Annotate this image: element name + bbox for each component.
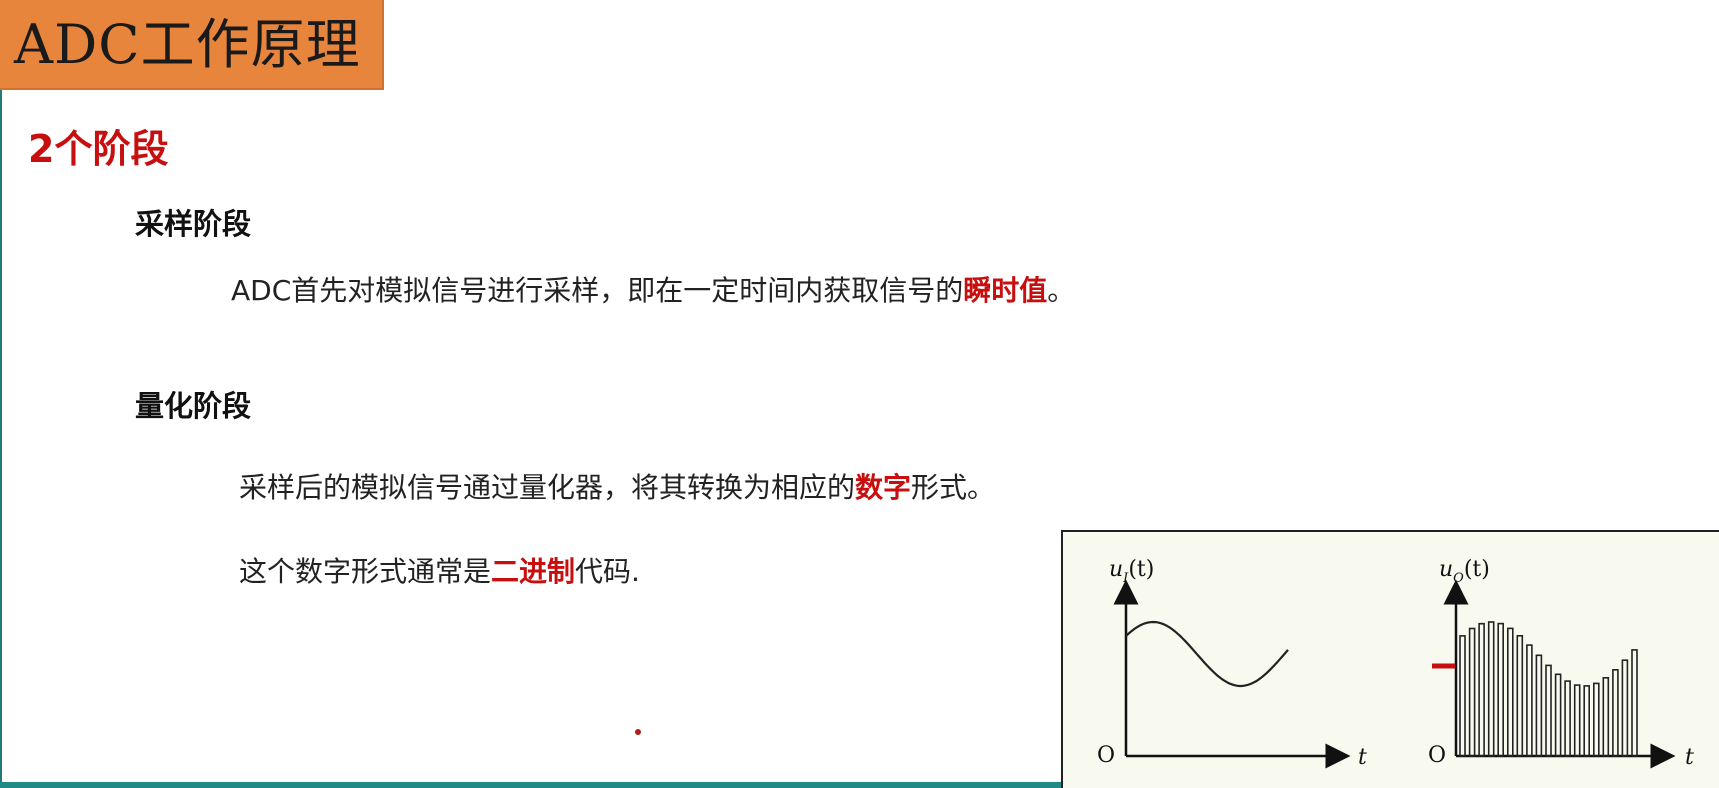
left-origin-label: O: [1097, 743, 1115, 768]
left-y-label: uI(t): [1109, 557, 1154, 586]
sample-bar: [1545, 664, 1552, 757]
sampling-figure: uI(t) O t uO(t) O t: [1061, 530, 1719, 788]
sampling-text: ADC首先对模拟信号进行采样，即在一定时间内获取信号的: [231, 274, 964, 307]
sample-bar: [1621, 659, 1629, 757]
quantization-stage-title: 量化阶段: [135, 389, 252, 423]
sampling-stage-title: 采样阶段: [135, 207, 252, 241]
slide-title: ADC工作原理: [14, 13, 361, 76]
sample-bar: [1468, 627, 1476, 757]
sample-bar: [1535, 654, 1543, 757]
sample-bar: [1583, 685, 1591, 757]
sample-bar: [1612, 669, 1619, 757]
sample-bar: [1631, 649, 1638, 757]
right-x-label: t: [1685, 745, 1694, 770]
sample-bar: [1526, 644, 1533, 757]
laser-pointer-dot: [635, 729, 641, 735]
left-x-label: t: [1358, 745, 1367, 770]
slide-title-banner: ADC工作原理: [0, 0, 384, 90]
left-border-line: [0, 90, 2, 788]
sample-bar: [1506, 627, 1514, 757]
sampling-text-end: 。: [1047, 274, 1076, 307]
sample-bar: [1573, 684, 1581, 757]
section-title: 2个阶段: [28, 127, 169, 171]
analog-signal-plot: uI(t) O t: [1097, 557, 1367, 770]
sample-bar: [1602, 677, 1610, 757]
sample-bar: [1564, 680, 1571, 757]
sampling-description: ADC首先对模拟信号进行采样，即在一定时间内获取信号的瞬时值。: [231, 273, 1075, 309]
sample-bar: [1516, 635, 1524, 757]
quantization-highlight-1: 数字: [855, 471, 912, 504]
sample-bar: [1592, 682, 1600, 757]
analog-signal-curve: [1125, 620, 1289, 688]
quantization-text-2-end: 代码.: [575, 555, 640, 588]
right-y-label: uO(t): [1439, 557, 1490, 586]
quantization-text-1: 采样后的模拟信号通过量化器，将其转换为相应的: [239, 471, 856, 504]
sampled-signal-plot: uO(t) O t: [1428, 557, 1694, 770]
sample-bar: [1497, 622, 1505, 757]
quantization-highlight-2: 二进制: [491, 555, 576, 588]
quantization-line-2: 这个数字形式通常是二进制代码.: [239, 554, 640, 590]
sample-bar: [1554, 673, 1562, 757]
sampling-highlight: 瞬时值: [963, 274, 1048, 307]
sample-bar: [1459, 635, 1466, 757]
sample-bars: [1459, 621, 1638, 757]
sample-bar: [1487, 621, 1495, 757]
sampling-figure-svg: uI(t) O t uO(t) O t: [1097, 557, 1694, 770]
sample-bar: [1478, 622, 1485, 757]
quantization-text-2: 这个数字形式通常是: [239, 555, 492, 588]
quantization-text-1-end: 形式。: [911, 471, 996, 504]
right-origin-label: O: [1428, 743, 1446, 768]
quantization-line-1: 采样后的模拟信号通过量化器，将其转换为相应的数字形式。: [239, 470, 995, 506]
